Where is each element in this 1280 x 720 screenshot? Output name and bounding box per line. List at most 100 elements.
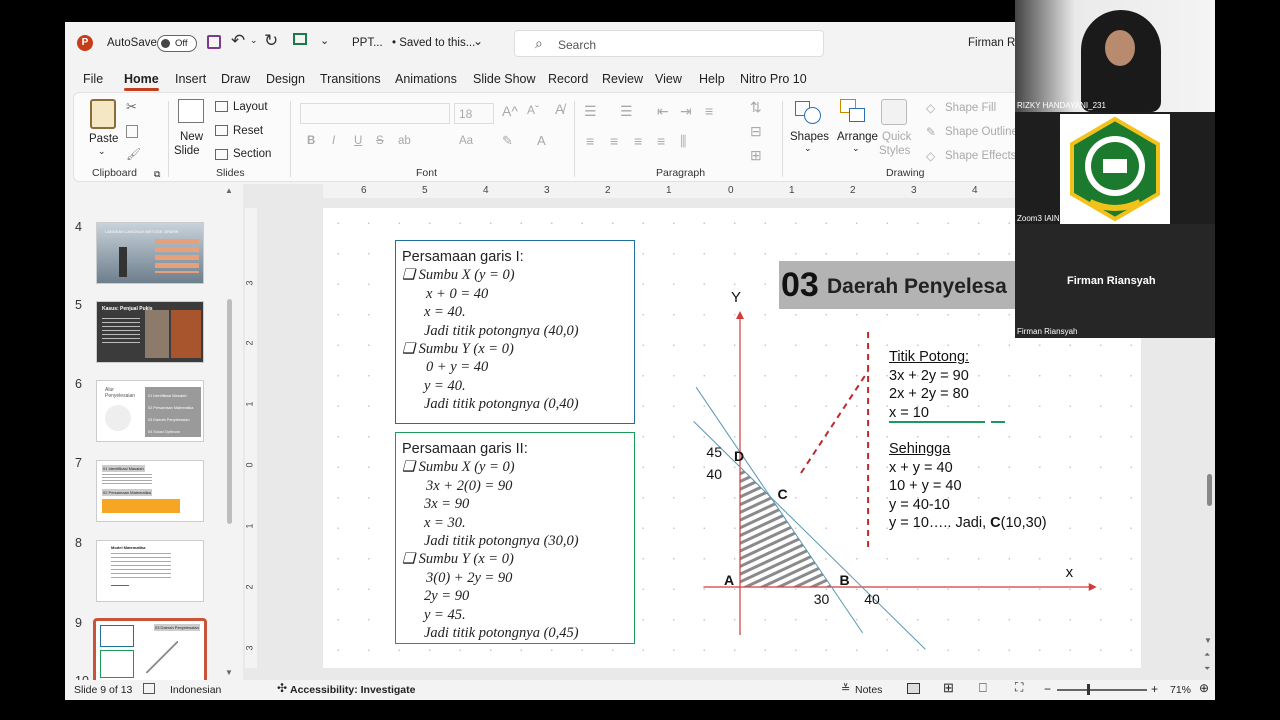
- line-spacing-icon[interactable]: ≡: [705, 103, 713, 119]
- save-status-chevron-icon[interactable]: ⌄: [473, 34, 483, 48]
- clipboard-launcher-icon[interactable]: ⧉: [154, 169, 160, 180]
- shapes-dropdown-icon[interactable]: ⌄: [804, 143, 812, 154]
- highlight-icon[interactable]: ✎: [502, 133, 513, 149]
- tab-home[interactable]: Home: [124, 72, 159, 91]
- font-color-icon[interactable]: A: [537, 133, 546, 148]
- arrange-icon[interactable]: [840, 99, 868, 125]
- next-slide-icon[interactable]: ⏷: [1204, 664, 1210, 674]
- section-button[interactable]: Section: [233, 148, 271, 160]
- cut-icon[interactable]: ✂: [126, 99, 137, 115]
- notes-button[interactable]: Notes: [855, 684, 882, 696]
- copy-icon[interactable]: [126, 125, 138, 138]
- video-tile-participant-3[interactable]: Firman Riansyah Firman Riansyah: [1015, 224, 1215, 338]
- paste-button[interactable]: Paste: [89, 133, 118, 145]
- equation-box-2[interactable]: Persamaan garis II: ❑ Sumbu X (y = 0) 3x…: [395, 432, 635, 644]
- new-slide-label-2[interactable]: Slide: [174, 145, 200, 157]
- font-family-select[interactable]: [300, 103, 450, 124]
- tab-nitro[interactable]: Nitro Pro 10: [740, 72, 807, 86]
- video-tile-participant-2[interactable]: Zoom3 IAIN Kendari: [1015, 112, 1215, 224]
- shapes-button[interactable]: Shapes: [790, 131, 829, 143]
- undo-icon[interactable]: ↶: [231, 31, 245, 51]
- decrease-font-icon[interactable]: Aˇ: [527, 103, 539, 117]
- video-tile-participant-1[interactable]: RIZKY HANDAYANI_231: [1015, 0, 1215, 112]
- columns-icon[interactable]: ⫼: [680, 133, 686, 150]
- smartart-icon[interactable]: ⊞: [750, 147, 762, 164]
- reading-view-icon[interactable]: ⎕: [979, 680, 987, 696]
- font-size-select[interactable]: 18: [454, 103, 494, 124]
- strikethrough-button[interactable]: S: [376, 135, 384, 147]
- bullets-icon[interactable]: ☰: [584, 103, 597, 120]
- tab-insert[interactable]: Insert: [175, 72, 206, 86]
- bold-button[interactable]: B: [307, 135, 315, 147]
- customize-qat-icon[interactable]: ⌄: [320, 34, 329, 47]
- search-box[interactable]: ⌕ Search: [514, 30, 824, 57]
- quick-styles-label-2[interactable]: Styles: [879, 145, 910, 157]
- present-icon[interactable]: [293, 33, 307, 45]
- slide-thumbnail-5[interactable]: Kasus: Penjual Pukis: [96, 301, 204, 363]
- align-text-icon[interactable]: ⊟: [750, 123, 762, 140]
- arrange-button[interactable]: Arrange: [837, 131, 878, 143]
- increase-font-icon[interactable]: A^: [502, 103, 518, 119]
- tab-view[interactable]: View: [655, 72, 682, 86]
- slide-thumbnail-4[interactable]: LANGKAH-LANGKAH METODE GRAFIK: [96, 222, 204, 284]
- undo-dropdown-icon[interactable]: ⌄: [250, 35, 258, 46]
- normal-view-icon[interactable]: [907, 683, 920, 694]
- reset-button[interactable]: Reset: [233, 125, 263, 137]
- new-slide-icon[interactable]: [178, 99, 204, 123]
- tab-design[interactable]: Design: [266, 72, 305, 86]
- scroll-up-icon[interactable]: ▲: [225, 186, 233, 195]
- align-right-icon[interactable]: ≡: [634, 133, 642, 149]
- prev-slide-icon[interactable]: ⏶: [1204, 650, 1210, 660]
- quick-styles-icon[interactable]: [881, 99, 907, 125]
- redo-icon[interactable]: ↻: [264, 31, 278, 51]
- tab-record[interactable]: Record: [548, 72, 588, 86]
- tab-slide-show[interactable]: Slide Show: [473, 72, 536, 86]
- slideshow-view-icon[interactable]: ⛶: [1015, 680, 1023, 695]
- slide-thumbnail-7[interactable]: 01 Identifikasi Masalah 02 Persamaan Mat…: [96, 460, 204, 522]
- shape-effects-button[interactable]: Shape Effects: [945, 150, 1016, 162]
- tab-transitions[interactable]: Transitions: [320, 72, 381, 86]
- shadow-button[interactable]: ab: [398, 135, 411, 147]
- accessibility-icon[interactable]: ✣: [277, 681, 287, 695]
- shapes-icon[interactable]: [795, 99, 823, 125]
- slide-sorter-icon[interactable]: ⊞: [943, 680, 954, 696]
- paste-icon[interactable]: [90, 99, 116, 129]
- tab-help[interactable]: Help: [699, 72, 725, 86]
- intersection-text-box[interactable]: Titik Potong: 3x + 2y = 90 2x + 2y = 80 …: [889, 348, 1047, 533]
- underline-button[interactable]: U: [354, 135, 362, 147]
- tab-file[interactable]: File: [83, 72, 103, 86]
- paste-dropdown-icon[interactable]: ⌄: [98, 146, 106, 157]
- align-left-icon[interactable]: ≡: [586, 133, 594, 149]
- tab-review[interactable]: Review: [602, 72, 643, 86]
- editor-scrollbar[interactable]: [1207, 474, 1212, 506]
- justify-icon[interactable]: ≡: [657, 133, 665, 149]
- tab-animations[interactable]: Animations: [395, 72, 457, 86]
- language-label[interactable]: Indonesian: [170, 684, 221, 696]
- save-status[interactable]: • Saved to this...: [392, 37, 475, 49]
- accessibility-status[interactable]: Accessibility: Investigate: [290, 684, 415, 696]
- user-name[interactable]: Firman Ri: [968, 37, 1018, 49]
- italic-button[interactable]: I: [332, 135, 335, 147]
- save-icon[interactable]: [207, 35, 221, 49]
- file-name[interactable]: PPT...: [352, 37, 383, 49]
- shape-fill-button[interactable]: Shape Fill: [945, 102, 996, 114]
- layout-button[interactable]: Layout: [233, 101, 268, 113]
- slide-thumbnail-9-selected[interactable]: 03 Daerah Penyelesaian: [93, 618, 207, 684]
- zoom-level[interactable]: 71%: [1170, 684, 1191, 696]
- align-center-icon[interactable]: ≡: [610, 133, 618, 149]
- slide-thumbnail-6[interactable]: Alur Penyelesaian 01 Identifikasi Masala…: [96, 380, 204, 442]
- tab-draw[interactable]: Draw: [221, 72, 250, 86]
- text-direction-icon[interactable]: ⇅: [750, 99, 762, 116]
- notes-icon[interactable]: ≚: [841, 682, 850, 695]
- format-painter-icon[interactable]: 🖌: [126, 147, 141, 161]
- zoom-in-icon[interactable]: +: [1151, 682, 1158, 696]
- shape-outline-button[interactable]: Shape Outline: [945, 126, 1018, 138]
- increase-indent-icon[interactable]: ⇥: [680, 103, 692, 120]
- thumbnail-scrollbar[interactable]: [227, 299, 232, 524]
- scroll-down-icon[interactable]: ▼: [1204, 636, 1212, 645]
- zoom-slider-thumb[interactable]: [1087, 684, 1090, 695]
- slide-thumbnail-8[interactable]: Model Matematika: [96, 540, 204, 602]
- autosave-toggle[interactable]: Off: [157, 35, 197, 52]
- numbering-icon[interactable]: ☰: [620, 103, 633, 120]
- equation-box-1[interactable]: Persamaan garis I: ❑ Sumbu X (y = 0) x +…: [395, 240, 635, 424]
